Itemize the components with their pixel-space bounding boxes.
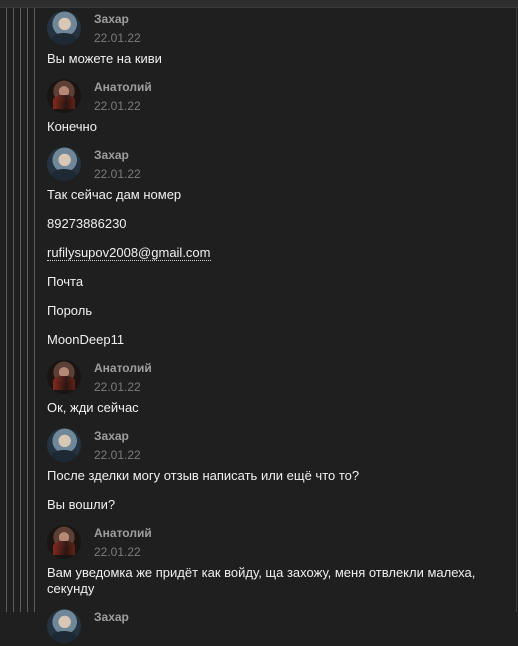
author-name[interactable]: Анатолий	[94, 361, 152, 375]
avatar[interactable]	[47, 79, 81, 113]
top-bar	[0, 0, 518, 8]
message-date: 22.01.22	[94, 380, 141, 394]
author-name[interactable]: Захар	[94, 610, 129, 624]
message-text: Вы можете на киви	[47, 51, 162, 66]
author-name[interactable]: Анатолий	[94, 80, 152, 94]
message-date: 22.01.22	[94, 99, 141, 113]
message: Анатолий 22.01.22 Вам уведомка же придёт…	[47, 524, 507, 597]
author-name[interactable]: Анатолий	[94, 526, 152, 540]
message-header: Анатолий 22.01.22	[47, 359, 507, 397]
message-text: Почта	[47, 274, 84, 289]
message-text: 89273886230	[47, 216, 127, 231]
message-text: rufilysupov2008@gmail.com	[47, 245, 507, 261]
indent-rule	[27, 8, 28, 612]
message: Захар 22.01.22 Вы можете на киви	[47, 10, 507, 67]
message: Анатолий 22.01.22 Конечно	[47, 78, 507, 135]
avatar[interactable]	[47, 609, 81, 643]
message-header: Анатолий 22.01.22	[47, 78, 507, 116]
message-text: Ок, жди сейчас	[47, 400, 139, 415]
indent-rule	[13, 8, 14, 612]
message-header: Анатолий 22.01.22	[47, 524, 507, 562]
avatar[interactable]	[47, 360, 81, 394]
message: Захар	[47, 608, 507, 646]
avatar[interactable]	[47, 525, 81, 559]
message-text: Вы вошли?	[47, 497, 116, 512]
email-link[interactable]: rufilysupov2008@gmail.com	[47, 245, 211, 261]
avatar[interactable]	[47, 147, 81, 181]
message-text: Конечно	[47, 119, 97, 134]
right-border	[516, 8, 517, 612]
message-header: Захар	[47, 608, 507, 646]
avatar[interactable]	[47, 11, 81, 45]
author-name[interactable]: Захар	[94, 429, 129, 443]
message: Анатолий 22.01.22 Ок, жди сейчас	[47, 359, 507, 416]
message: Захар 22.01.22 Так сейчас дам номер 8927…	[47, 146, 507, 348]
author-name[interactable]: Захар	[94, 12, 129, 26]
indent-rule	[34, 8, 35, 612]
message-date: 22.01.22	[94, 448, 141, 462]
message-header: Захар 22.01.22	[47, 10, 507, 48]
thread-indent-rules	[0, 8, 40, 612]
avatar[interactable]	[47, 428, 81, 462]
indent-rule	[6, 8, 7, 612]
message-text: После зделки могу отзыв написать или ещё…	[47, 468, 360, 483]
message-text: Вам уведомка же придёт как войду, ща зах…	[47, 565, 476, 596]
message-date: 22.01.22	[94, 31, 141, 45]
message-text: Так сейчас дам номер	[47, 187, 182, 202]
message-header: Захар 22.01.22	[47, 427, 507, 465]
message-date: 22.01.22	[94, 545, 141, 559]
message-header: Захар 22.01.22	[47, 146, 507, 184]
message-text: Пороль	[47, 303, 93, 318]
author-name[interactable]: Захар	[94, 148, 129, 162]
message-feed: Захар 22.01.22 Вы можете на киви Анатоли…	[47, 10, 507, 646]
message: Захар 22.01.22 После зделки могу отзыв н…	[47, 427, 507, 513]
indent-rule	[20, 8, 21, 612]
message-text: MoonDeep11	[47, 332, 125, 347]
message-date: 22.01.22	[94, 167, 141, 181]
